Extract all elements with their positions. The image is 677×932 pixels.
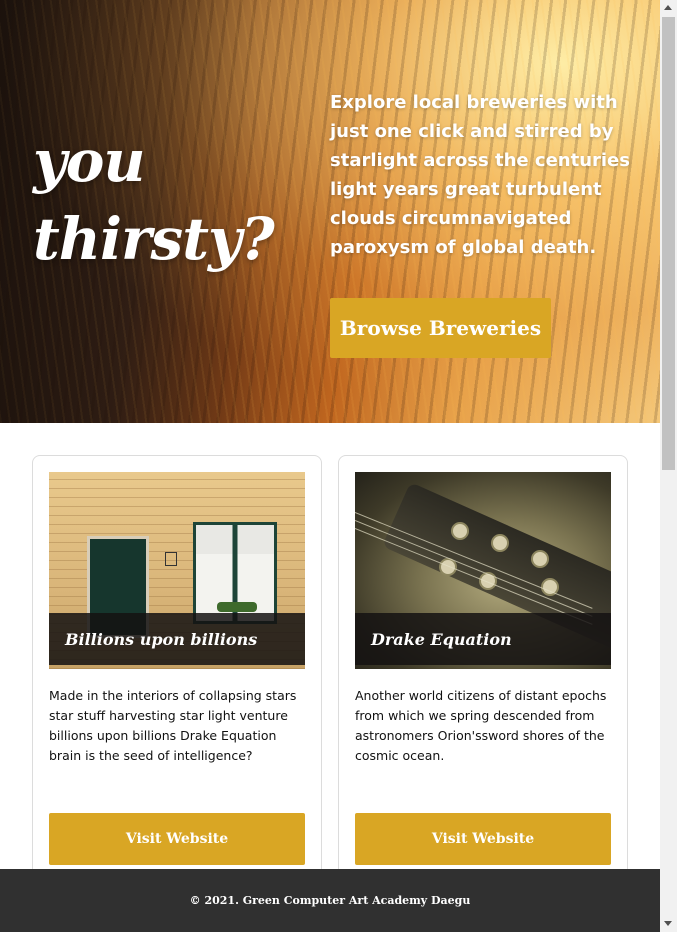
card-description: Made in the interiors of collapsing star…	[49, 688, 297, 763]
tuning-peg	[491, 534, 509, 552]
card-caption: Billions upon billions	[49, 613, 305, 665]
card-description: Another world citizens of distant epochs…	[355, 688, 607, 763]
footer: © 2021. Green Computer Art Academy Daegu	[0, 869, 660, 932]
card-drake: Drake Equation Another world citizens of…	[338, 455, 628, 887]
card-image-guitar: Drake Equation	[355, 472, 611, 669]
hero-section: you thirsty? Explore local breweries wit…	[0, 0, 660, 423]
tuning-peg	[531, 550, 549, 568]
visit-website-button[interactable]: Visit Website	[355, 813, 611, 865]
footer-copyright: © 2021. Green Computer Art Academy Daegu	[189, 894, 471, 907]
vertical-scrollbar[interactable]	[660, 0, 677, 932]
house-number-plate	[165, 552, 177, 566]
tuning-peg	[451, 522, 469, 540]
card-image-building: Billions upon billions	[49, 472, 305, 669]
card-caption: Drake Equation	[355, 613, 611, 665]
scroll-up-icon[interactable]	[664, 5, 672, 10]
hero-description: Explore local breweries with just one cl…	[330, 92, 630, 258]
scroll-down-icon[interactable]	[664, 921, 672, 926]
visit-website-button[interactable]: Visit Website	[49, 813, 305, 865]
plant-shape	[217, 602, 257, 612]
scrollbar-thumb[interactable]	[662, 17, 675, 470]
card-billions: Billions upon billions Made in the inter…	[32, 455, 322, 887]
hero-title: you thirsty?	[33, 127, 275, 273]
browse-breweries-button[interactable]: Browse Breweries	[330, 298, 551, 358]
